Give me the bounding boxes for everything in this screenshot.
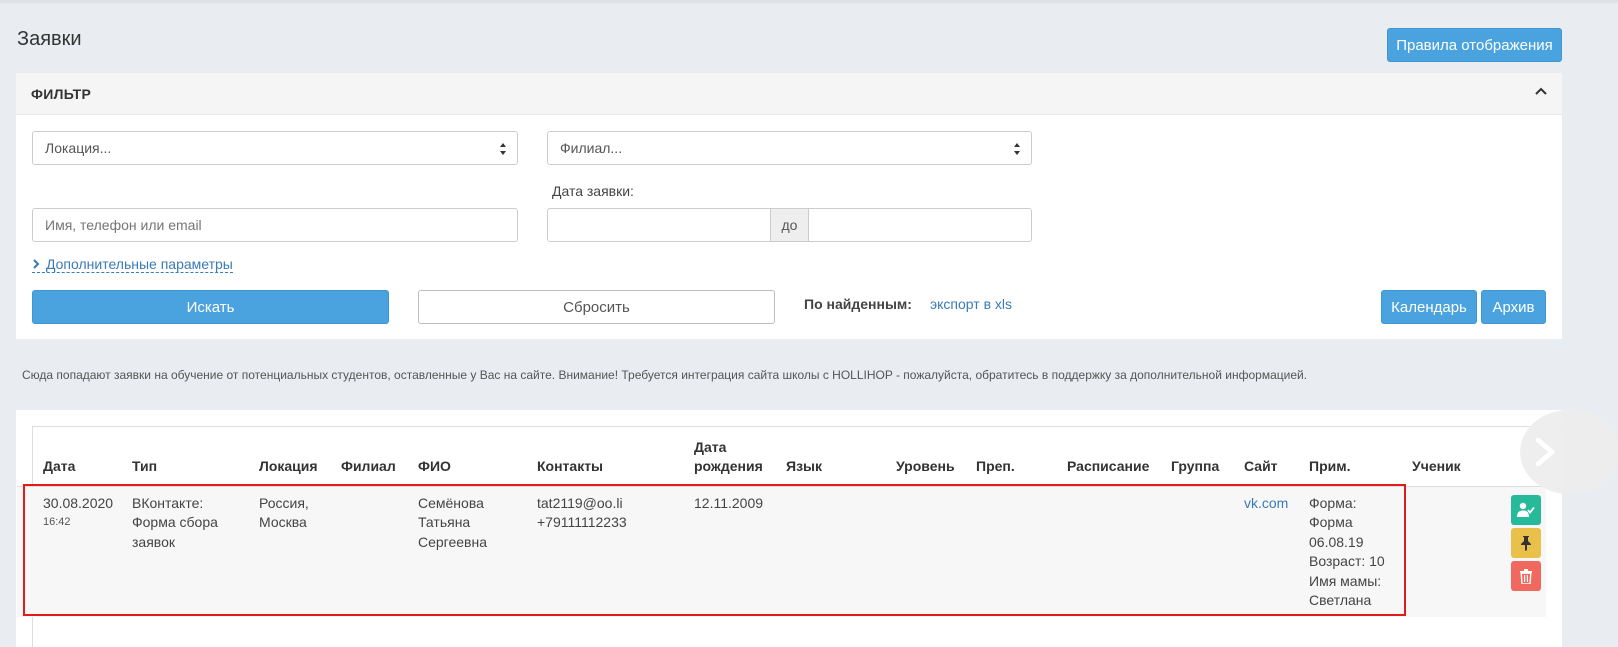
row-note-line5: Имя мамы:	[1309, 573, 1382, 589]
location-select[interactable]: Локация...	[32, 131, 518, 165]
more-params-link[interactable]: Дополнительные параметры	[32, 256, 233, 273]
calendar-button[interactable]: Календарь	[1381, 290, 1477, 324]
header-group[interactable]: Группа	[1171, 457, 1219, 476]
top-border	[0, 0, 1618, 3]
search-input[interactable]	[32, 208, 518, 242]
row-time: 16:42	[43, 516, 71, 528]
page-title: Заявки	[17, 28, 82, 50]
row-fio-line3: Сергеевна	[418, 534, 488, 550]
header-contacts[interactable]: Контакты	[537, 457, 603, 476]
info-text: Сюда попадают заявки на обучение от поте…	[22, 368, 1308, 382]
header-date[interactable]: Дата	[43, 457, 75, 476]
header-student[interactable]: Ученик	[1412, 457, 1461, 476]
header-birth-line2[interactable]: рождения	[694, 457, 763, 476]
next-page-arrow[interactable]	[1520, 410, 1618, 494]
row-date: 30.08.2020	[43, 495, 114, 511]
trash-icon	[1520, 568, 1532, 584]
row-phone: +79111112233	[537, 514, 627, 530]
more-params-label: Дополнительные параметры	[46, 256, 233, 272]
row-fio-line2: Татьяна	[418, 514, 471, 530]
row-note-line4: Возраст: 10	[1309, 553, 1385, 569]
pin-icon	[1521, 536, 1531, 551]
pin-button[interactable]	[1511, 528, 1541, 558]
header-language[interactable]: Язык	[786, 457, 822, 476]
user-check-icon	[1517, 502, 1535, 517]
row-site-link[interactable]: vk.com	[1244, 494, 1288, 514]
header-site[interactable]: Сайт	[1244, 457, 1278, 476]
row-note-line2: Форма	[1309, 514, 1353, 530]
row-email: tat2119@oo.li	[537, 495, 623, 511]
header-fio[interactable]: ФИО	[418, 457, 451, 476]
row-location-line2: Москва	[259, 514, 307, 530]
chevron-right-icon	[1535, 438, 1555, 466]
filter-title: ФИЛЬТР	[31, 86, 92, 102]
reset-button[interactable]: Сбросить	[418, 290, 775, 324]
header-teacher[interactable]: Преп.	[976, 457, 1015, 476]
date-from-input[interactable]	[547, 208, 771, 242]
date-to-input[interactable]	[808, 208, 1032, 242]
filter-header[interactable]: ФИЛЬТР	[16, 73, 1562, 115]
chevron-right-icon	[33, 259, 40, 269]
header-level[interactable]: Уровень	[896, 457, 955, 476]
header-birth-line1[interactable]: Дата	[694, 438, 726, 457]
display-rules-button[interactable]: Правила отображения	[1387, 28, 1562, 62]
select-arrows-icon	[1014, 143, 1020, 155]
row-note-line1: Форма:	[1309, 495, 1357, 511]
branch-select[interactable]: Филиал...	[547, 131, 1032, 165]
export-xls-link[interactable]: экспорт в xls	[930, 296, 1012, 312]
chevron-up-icon[interactable]	[1534, 85, 1548, 99]
search-button[interactable]: Искать	[32, 290, 389, 324]
row-fio-line1: Семёнова	[418, 495, 484, 511]
branch-select-value: Филиал...	[560, 140, 623, 156]
row-type-line2: Форма сбора	[132, 514, 218, 530]
row-note-line3: 06.08.19	[1309, 534, 1364, 550]
row-location-line1: Россия,	[259, 495, 309, 511]
date-to-addon: до	[770, 208, 809, 242]
row-birth: 12.11.2009	[694, 495, 764, 511]
header-location[interactable]: Локация	[259, 457, 318, 476]
header-type[interactable]: Тип	[132, 457, 157, 476]
select-arrows-icon	[500, 143, 506, 155]
request-date-label: Дата заявки:	[552, 183, 634, 199]
archive-button[interactable]: Архив	[1481, 290, 1546, 324]
location-select-value: Локация...	[45, 140, 112, 156]
convert-to-student-button[interactable]	[1511, 495, 1541, 525]
row-type-line1: ВКонтакте:	[132, 495, 204, 511]
filter-panel: ФИЛЬТР Локация... Филиал... Дата заявки:…	[16, 73, 1562, 339]
found-label: По найденным:	[804, 296, 912, 312]
header-branch[interactable]: Филиал	[341, 457, 396, 476]
row-note-line6: Светлана	[1309, 592, 1372, 608]
delete-button[interactable]	[1511, 561, 1541, 591]
row-type-line3: заявок	[132, 534, 175, 550]
header-note[interactable]: Прим.	[1309, 457, 1350, 476]
header-schedule[interactable]: Расписание	[1067, 457, 1149, 476]
